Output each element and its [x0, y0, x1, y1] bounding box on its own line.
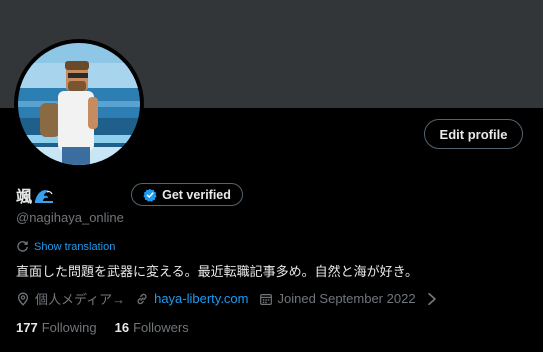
location-pin-icon: [17, 292, 29, 306]
avatar[interactable]: [14, 39, 144, 169]
user-handle: @nagihaya_online: [16, 210, 124, 225]
follow-stats: 177 Following 16 Followers: [16, 320, 207, 335]
calendar-icon: [259, 293, 272, 305]
edit-profile-button[interactable]: Edit profile: [424, 119, 523, 149]
wave-emoji-icon: [35, 190, 54, 203]
following-stat[interactable]: 177 Following: [16, 320, 97, 335]
get-verified-button[interactable]: Get verified: [131, 183, 243, 206]
joined-item: Joined September 2022: [259, 291, 439, 306]
translate-icon: [17, 241, 28, 252]
profile-meta: 個人メディア→ haya-liberty.com Joined Septembe…: [16, 289, 449, 308]
display-name: 颯: [16, 189, 33, 206]
followers-label: Followers: [133, 320, 189, 335]
website-link[interactable]: haya-liberty.com: [154, 291, 248, 306]
profile-bio: 直面した問題を武器に変える。最近転職記事多め。自然と海が好き。: [16, 264, 418, 279]
get-verified-label: Get verified: [162, 187, 231, 202]
following-count: 177: [16, 320, 38, 335]
location-text: 個人メディア→: [35, 292, 126, 307]
following-label: Following: [41, 320, 97, 335]
followers-count: 16: [114, 320, 130, 335]
followers-stat[interactable]: 16 Followers: [115, 320, 189, 335]
website-item[interactable]: haya-liberty.com: [135, 291, 249, 306]
name-row: 颯: [16, 182, 54, 208]
avatar-image: [18, 43, 140, 165]
chevron-right-icon[interactable]: [425, 292, 439, 306]
show-translation-label: Show translation: [34, 240, 116, 253]
show-translation-link[interactable]: Show translation: [16, 240, 115, 253]
link-icon: [137, 293, 147, 304]
verified-badge-icon: [143, 188, 157, 202]
joined-text: Joined September 2022: [277, 291, 416, 306]
location-item: 個人メディア→: [16, 289, 125, 308]
profile-page: Edit profile 颯 Get verified @nagihaya_on…: [0, 0, 543, 352]
